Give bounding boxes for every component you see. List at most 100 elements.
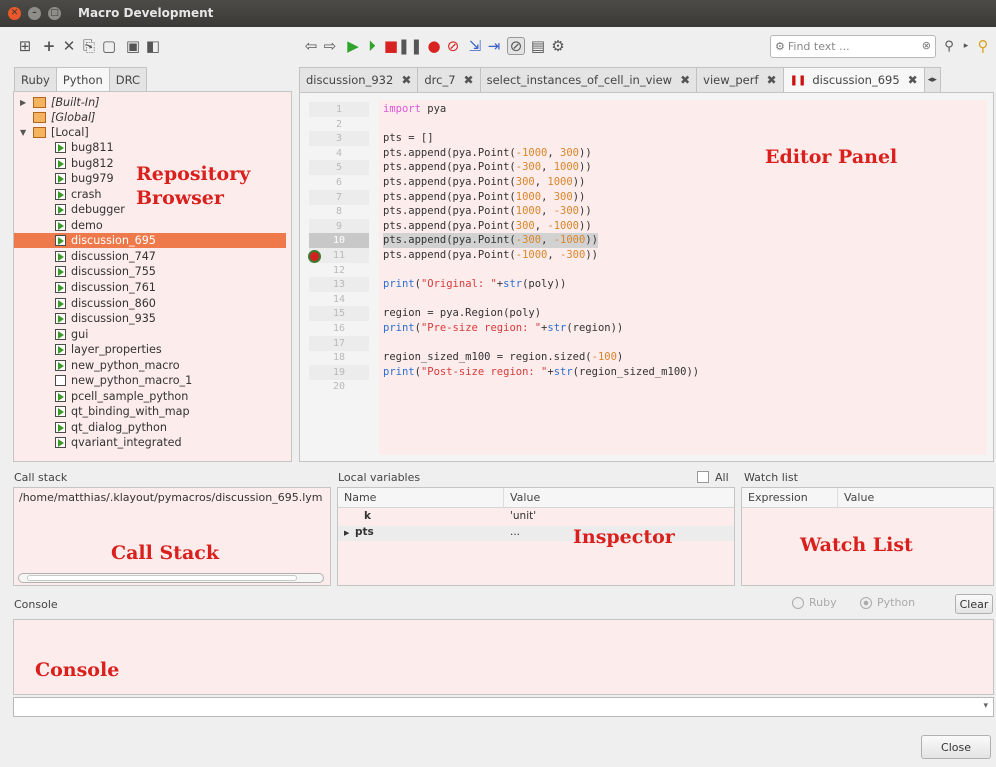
line-number[interactable]: 5 [309, 160, 369, 176]
tree-macro-item[interactable]: layer_properties [14, 342, 162, 357]
line-number[interactable]: 19 [309, 364, 369, 380]
search-icon[interactable]: ⚲ [940, 37, 958, 55]
line-number[interactable]: 2 [309, 117, 369, 132]
python-radio[interactable]: Python [860, 596, 915, 609]
line-number[interactable]: 7 [309, 189, 369, 205]
line-number[interactable]: 9 [309, 218, 369, 234]
replace-icon[interactable]: ⚲ [974, 37, 992, 55]
tree-macro-item[interactable]: qt_dialog_python [14, 420, 167, 435]
close-tab-icon[interactable]: ✖ [908, 73, 918, 87]
line-number[interactable]: 8 [309, 204, 369, 219]
line-number[interactable]: 6 [309, 175, 369, 190]
run-icon[interactable]: ▶ [344, 37, 362, 55]
line-number[interactable]: 12 [309, 263, 369, 278]
code-line[interactable]: pts.append(pya.Point(-1000, -300)) [383, 248, 598, 263]
code-line[interactable]: pts.append(pya.Point(1000, 300)) [383, 190, 585, 205]
editor-tab-active[interactable]: ❚❚ discussion_695 ✖ [782, 67, 925, 92]
line-number[interactable]: 13 [309, 277, 369, 293]
call-stack-entry[interactable]: /home/matthias/.klayout/pymacros/discuss… [19, 491, 327, 504]
line-number[interactable]: 10 [309, 233, 369, 249]
tree-macro-item[interactable]: debugger [14, 202, 125, 217]
line-number[interactable]: 15 [309, 306, 369, 322]
close-tab-icon[interactable]: ✖ [464, 73, 474, 87]
line-number[interactable]: 18 [309, 350, 369, 365]
tree-folder-global[interactable]: [Global] [33, 110, 95, 125]
collapse-arrow-icon[interactable]: ▼ [20, 128, 30, 137]
step-into-icon[interactable]: ⇲ [466, 37, 484, 55]
ruby-radio[interactable]: Ruby [792, 596, 837, 609]
add-icon[interactable]: + [40, 37, 58, 55]
column-header-value[interactable]: Value [838, 488, 993, 508]
tree-macro-item[interactable]: new_python_macro [14, 358, 180, 373]
tab-drc[interactable]: DRC [108, 67, 148, 92]
line-number[interactable]: 16 [309, 321, 369, 336]
search-next-icon[interactable]: ▸ [957, 37, 975, 55]
import-icon[interactable]: ▢ [100, 37, 118, 55]
close-tab-icon[interactable]: ✖ [767, 73, 777, 87]
code-line[interactable]: region_sized_m100 = region.sized(-100) [383, 350, 623, 365]
inspector-panel[interactable]: Name Value k 'unit' ▶ pts ... Inspector [337, 487, 735, 586]
clear-breakpoints-icon[interactable]: ⊘ [444, 37, 462, 55]
find-text-field[interactable]: ⚙ Find text ... ⊗ [770, 35, 936, 58]
save-as-icon[interactable]: ◧ [144, 37, 162, 55]
code-line[interactable]: pts.append(pya.Point(-300, -1000)) [383, 233, 598, 249]
tree-macro-item[interactable]: discussion_935 [14, 311, 156, 326]
code-line[interactable]: pts.append(pya.Point(300, 1000)) [383, 175, 585, 190]
editor-tab[interactable]: discussion_932 ✖ [299, 67, 419, 92]
column-header-value[interactable]: Value [504, 488, 734, 508]
close-tab-icon[interactable]: ✖ [401, 73, 411, 87]
expand-arrow-icon[interactable]: ▶ [344, 529, 349, 537]
code-line[interactable]: pts.append(pya.Point(1000, -300)) [383, 204, 592, 219]
close-tab-icon[interactable]: ✖ [680, 73, 690, 87]
tree-macro-item[interactable]: gui [14, 327, 88, 342]
call-stack-panel[interactable]: /home/matthias/.klayout/pymacros/discuss… [13, 487, 331, 586]
history-dropdown-icon[interactable]: ▾ [983, 701, 988, 711]
line-number[interactable]: 3 [309, 131, 369, 147]
line-number[interactable]: 14 [309, 292, 369, 307]
new-file-icon[interactable]: ⊞ [16, 37, 34, 55]
line-number[interactable]: 17 [309, 335, 369, 351]
call-stack-scrollbar[interactable] [18, 573, 324, 583]
minimize-window-icon[interactable]: – [28, 7, 41, 20]
rename-icon[interactable]: ⎘ [80, 37, 98, 55]
breakpoint-icon[interactable]: ● [425, 37, 443, 55]
editor-tab[interactable]: select_instances_of_cell_in_view ✖ [479, 67, 698, 92]
tree-macro-item[interactable]: qt_binding_with_map [14, 404, 190, 419]
step-over-icon[interactable]: ⇥ [485, 37, 503, 55]
code-line[interactable]: pts.append(pya.Point(300, -1000)) [383, 219, 592, 234]
breakpoint-marker-icon[interactable] [308, 250, 321, 263]
tree-macro-item[interactable]: discussion_747 [14, 249, 156, 264]
tree-folder-local[interactable]: ▼ [Local] [20, 125, 89, 140]
maximize-window-icon[interactable]: □ [48, 7, 61, 20]
tree-macro-item[interactable]: crash [14, 187, 102, 202]
tree-macro-item[interactable]: qvariant_integrated [14, 435, 182, 450]
code-line[interactable]: print("Post-size region: "+str(region_si… [383, 365, 699, 380]
back-icon[interactable]: ⇦ [302, 37, 320, 55]
editor-tab[interactable]: view_perf ✖ [696, 67, 784, 92]
scrollbar-thumb[interactable] [27, 575, 297, 581]
code-line[interactable]: print("Pre-size region: "+str(region)) [383, 321, 623, 336]
clear-search-icon[interactable]: ⊗ [922, 39, 931, 52]
tree-folder-builtin[interactable]: ▶ [Built-In] [20, 95, 100, 110]
editor-panel[interactable]: 1 2 3 4 5 6 7 8 9 10 11 12 13 14 15 16 17 18 19 20 import p… [299, 92, 994, 462]
code-line[interactable]: import pya [383, 102, 446, 117]
line-number[interactable]: 4 [309, 146, 369, 161]
line-number[interactable]: 20 [309, 379, 369, 394]
tree-macro-item[interactable]: discussion_761 [14, 280, 156, 295]
tab-python[interactable]: Python [55, 67, 110, 92]
console-input[interactable]: ▾ [13, 697, 994, 717]
delete-icon[interactable]: ✕ [60, 37, 78, 55]
tree-macro-item[interactable]: discussion_695 [14, 233, 286, 249]
console-output[interactable]: Console [13, 619, 994, 695]
line-number[interactable]: 1 [309, 102, 369, 117]
editor-tab[interactable]: drc_7 ✖ [417, 67, 481, 92]
properties-icon[interactable]: ▤ [529, 37, 547, 55]
tab-scroll-arrows[interactable]: ◂▸ [923, 67, 941, 92]
tab-ruby[interactable]: Ruby [14, 67, 57, 92]
forward-icon[interactable]: ⇨ [321, 37, 339, 55]
setup-gear-icon[interactable]: ⚙ [549, 37, 567, 55]
tree-macro-item[interactable]: demo [14, 218, 103, 233]
code-line[interactable]: pts.append(pya.Point(-1000, 300)) [383, 146, 592, 161]
column-header-expression[interactable]: Expression [742, 488, 838, 508]
expand-arrow-icon[interactable]: ▶ [20, 98, 30, 107]
